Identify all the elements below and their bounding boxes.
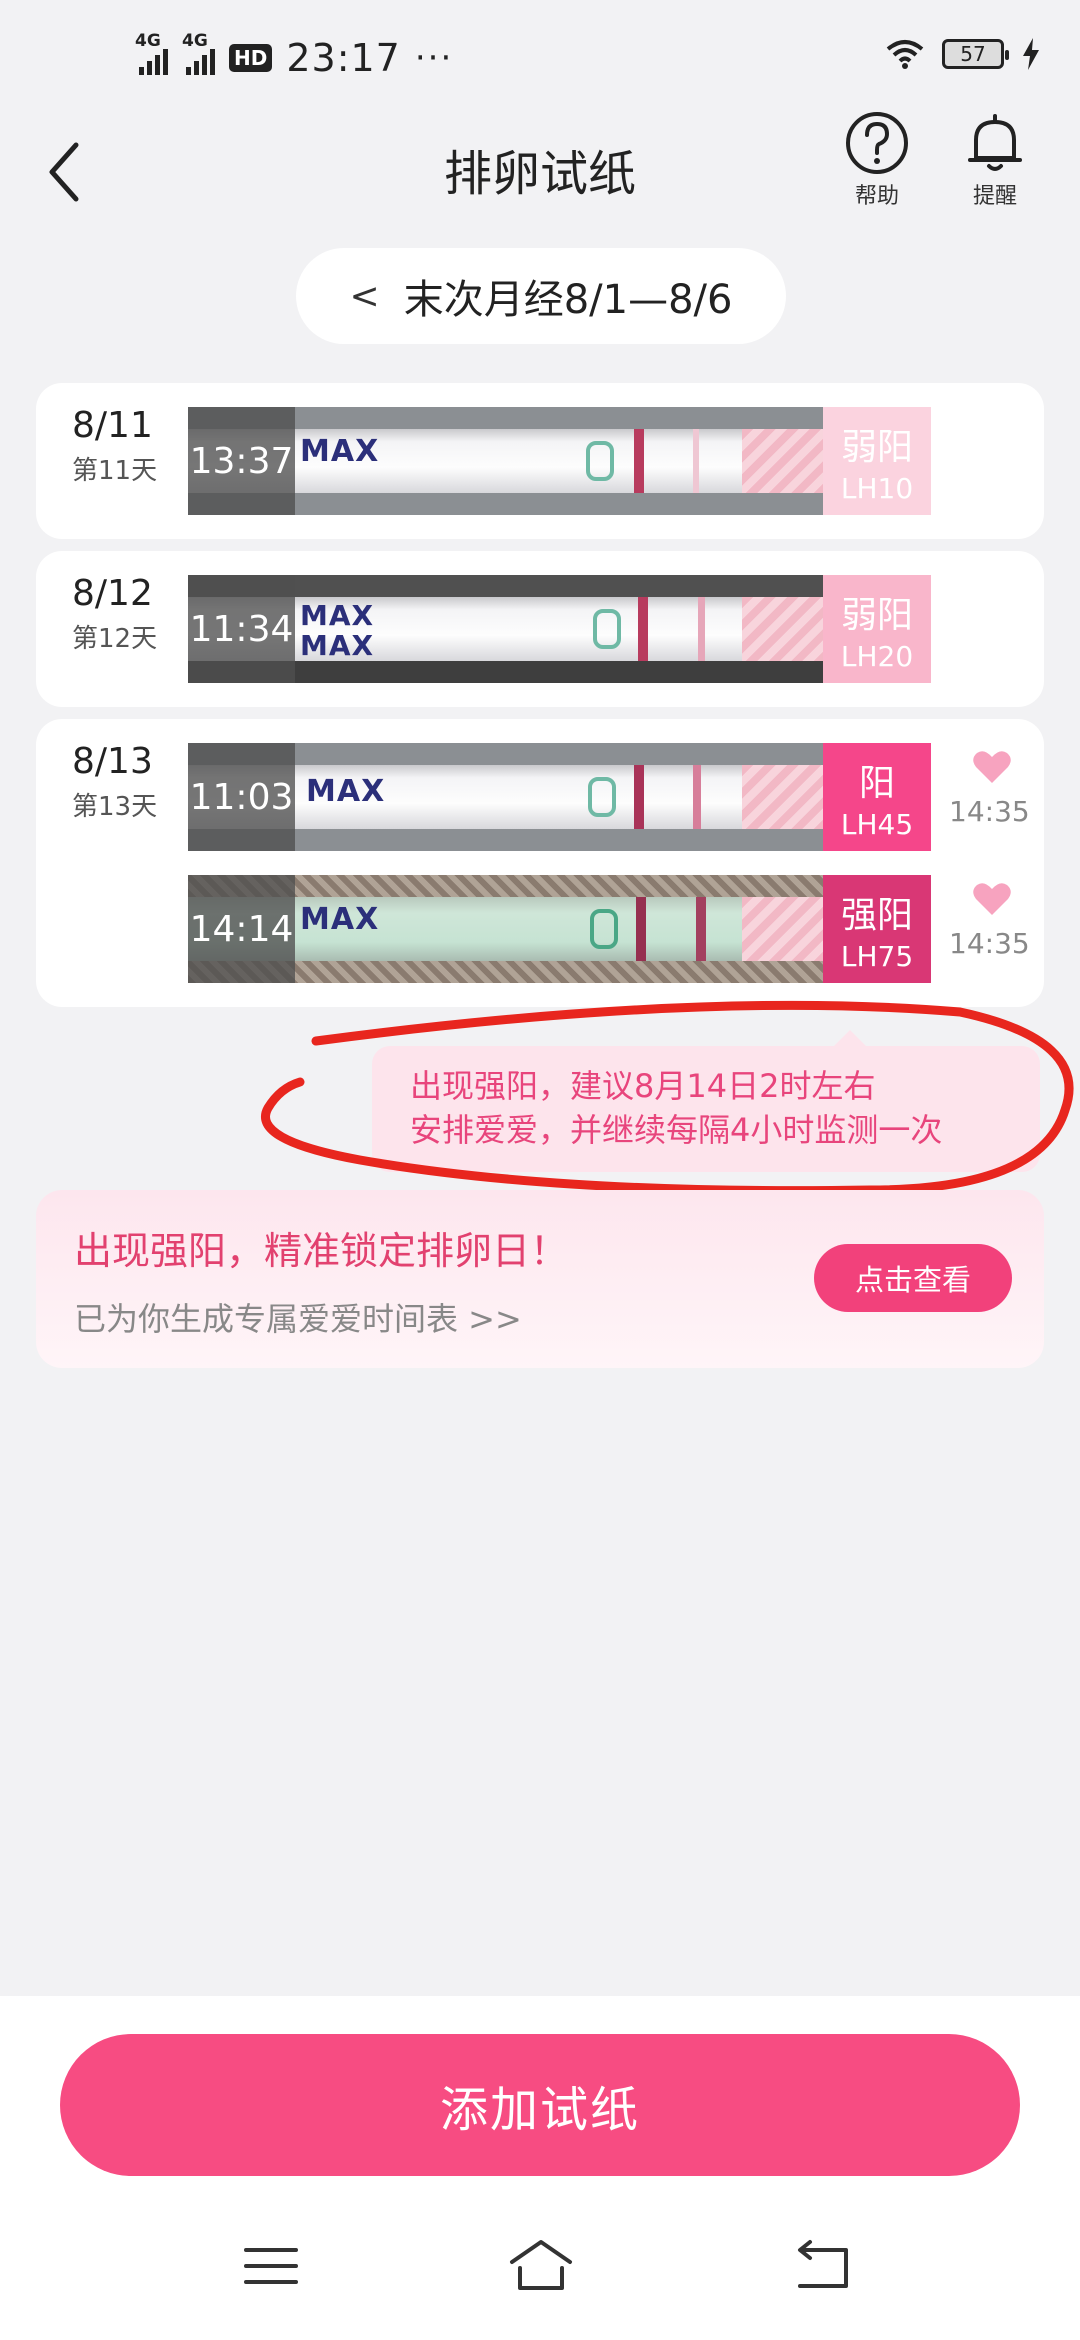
result-label: 弱阳 (840, 426, 913, 468)
strip-brand-text: MAX (300, 434, 380, 469)
lh-value: LH10 (840, 471, 914, 505)
test-line (693, 429, 699, 493)
control-line (634, 429, 644, 493)
battery-icon: 57 (942, 39, 1009, 69)
help-button[interactable]: 帮助 (832, 110, 922, 210)
result-badge: 强阳 LH75 (823, 875, 931, 983)
remind-button[interactable]: 提醒 (950, 110, 1040, 210)
result-badge: 弱阳 LH20 (823, 575, 931, 683)
strip-brand-text: MAX (306, 774, 386, 809)
record-card-0812: 8/12 第12天 MAX MAX 11:34 弱阳 LH20 (36, 551, 1044, 707)
result-label: 阳 (858, 762, 895, 804)
back-nav-icon[interactable] (786, 2236, 856, 2296)
result-label: 弱阳 (840, 594, 913, 636)
strip-time: 11:34 (188, 575, 295, 683)
view-schedule-button[interactable]: 点击查看 (814, 1244, 1012, 1312)
heart-icon[interactable] (972, 749, 1012, 785)
tooltip-line-2: 安排爱爱，并继续每隔4小时监测一次 (410, 1111, 943, 1149)
test-line (698, 597, 705, 661)
record-date: 8/12 (72, 573, 153, 614)
tooltip-line-1: 出现强阳，建议8月14日2时左右 (410, 1067, 876, 1105)
test-strip-image[interactable]: MAX MAX 11:34 (188, 575, 830, 683)
more-notifications-icon: ··· (414, 38, 454, 78)
result-badge: 弱阳 LH10 (823, 407, 931, 515)
help-icon (846, 112, 908, 174)
control-line (638, 597, 648, 661)
suggestion-tooltip: 出现强阳，建议8月14日2时左右 安排爱爱，并继续每隔4小时监测一次 (372, 1030, 1040, 1172)
charging-icon (1023, 38, 1039, 70)
test-strip-image[interactable]: MAX 13:37 (188, 407, 830, 515)
heart-icon[interactable] (972, 881, 1012, 917)
battery-level: 57 (960, 42, 986, 66)
record-card-0813: 8/13 第13天 MAX 11:03 阳 LH45 14:35 MAX 14:… (36, 719, 1044, 1007)
strip-time: 14:14 (188, 875, 295, 983)
control-line (634, 765, 644, 829)
header: 排卵试纸 帮助 提醒 (0, 110, 1080, 235)
chevron-left-icon[interactable]: < (350, 276, 380, 317)
strip-logo-icon (586, 441, 614, 481)
help-label: 帮助 (854, 184, 899, 209)
hd-badge: HD (229, 44, 273, 72)
record-date-block: 8/11 第11天 (72, 405, 157, 487)
status-bar: 4G 4G HD 23:17 ··· 57 (0, 0, 1080, 110)
record-date: 8/13 (72, 741, 153, 782)
period-label: 末次月经8/1—8/6 (403, 277, 733, 323)
add-strip-button[interactable]: 添加试纸 (60, 2034, 1020, 2176)
record-date-block: 8/12 第12天 (72, 573, 157, 655)
home-icon[interactable] (506, 2236, 576, 2296)
strip-time: 13:37 (188, 407, 295, 515)
strip-logo-icon (590, 909, 618, 949)
signal-icon-2: 4G (182, 31, 215, 75)
remind-label: 提醒 (972, 184, 1017, 209)
promo-card[interactable]: 出现强阳，精准锁定排卵日！ 已为你生成专属爱爱时间表 >> 点击查看 (36, 1190, 1044, 1368)
record-cycle-day: 第11天 (72, 456, 158, 486)
promo-subtitle[interactable]: 已为你生成专属爱爱时间表 >> (74, 1294, 522, 1340)
system-nav-bar (0, 2236, 1080, 2306)
love-time: 14:35 (949, 927, 1030, 960)
test-line (693, 765, 701, 829)
strip-time: 11:03 (188, 743, 295, 851)
result-label: 强阳 (840, 894, 913, 936)
test-strip-image[interactable]: MAX 11:03 (188, 743, 830, 851)
love-time: 14:35 (949, 795, 1030, 828)
bottom-bar: 添加试纸 (0, 1996, 1080, 2340)
test-line (696, 897, 706, 961)
bell-icon (968, 114, 1022, 171)
record-cycle-day: 第12天 (72, 624, 158, 654)
strip-end (742, 429, 830, 493)
app-root: 4G 4G HD 23:17 ··· 57 排卵试纸 帮助 提醒 < 末次月经8… (0, 0, 1080, 2340)
lh-value: LH45 (840, 807, 914, 841)
strip-logo-icon (593, 609, 621, 649)
lh-value: LH75 (840, 939, 914, 973)
menu-icon[interactable] (236, 2236, 306, 2296)
strip-brand-text: MAX MAX (300, 599, 375, 662)
record-date-block: 8/13 第13天 (72, 741, 157, 823)
strip-end (742, 765, 830, 829)
record-cycle-day: 第13天 (72, 792, 158, 822)
record-card-0811: 8/11 第11天 MAX 13:37 弱阳 LH10 (36, 383, 1044, 539)
strip-logo-icon (588, 777, 616, 817)
strip-brand-text: MAX (300, 902, 380, 937)
test-strip-image[interactable]: MAX 14:14 (188, 875, 830, 983)
control-line (636, 897, 646, 961)
wifi-icon (886, 40, 924, 69)
record-date: 8/11 (72, 405, 153, 446)
result-badge: 阳 LH45 (823, 743, 931, 851)
promo-title: 出现强阳，精准锁定排卵日！ (74, 1229, 569, 1273)
status-time: 23:17 (286, 36, 401, 80)
lh-value: LH20 (840, 639, 914, 673)
period-selector[interactable]: < 末次月经8/1—8/6 (296, 248, 786, 344)
signal-icon: 4G (135, 31, 168, 75)
strip-end (742, 597, 830, 661)
strip-end (742, 897, 830, 961)
